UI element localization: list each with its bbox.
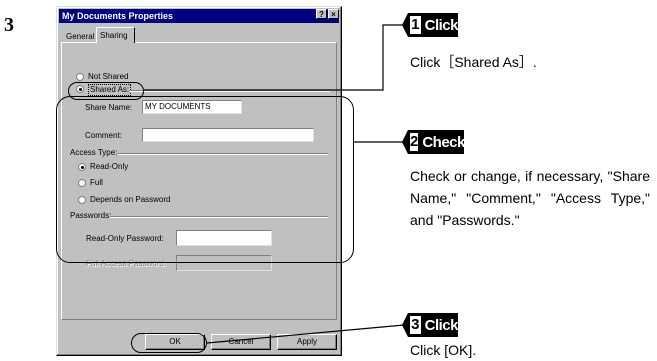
step-1-number: 1 bbox=[410, 16, 421, 34]
tab-sharing[interactable]: Sharing bbox=[96, 27, 135, 43]
step-2-instruction: Check or change, if necessary, "Share Na… bbox=[410, 168, 650, 228]
step-3-word: Click bbox=[424, 316, 458, 334]
step-3-number: 3 bbox=[410, 316, 421, 334]
step-2-number: 2 bbox=[410, 133, 419, 151]
step-2-badge: 2 Check bbox=[402, 130, 464, 154]
step-1-word: Click bbox=[424, 16, 458, 34]
step-1-instruction: Click［Shared As］. bbox=[410, 54, 537, 70]
step-2-word: Check bbox=[422, 133, 465, 151]
step-3-instruction: Click [OK]. bbox=[410, 342, 477, 358]
step-3-badge: 3 Click bbox=[402, 313, 458, 337]
step-1-badge: 1 Click bbox=[402, 13, 458, 37]
